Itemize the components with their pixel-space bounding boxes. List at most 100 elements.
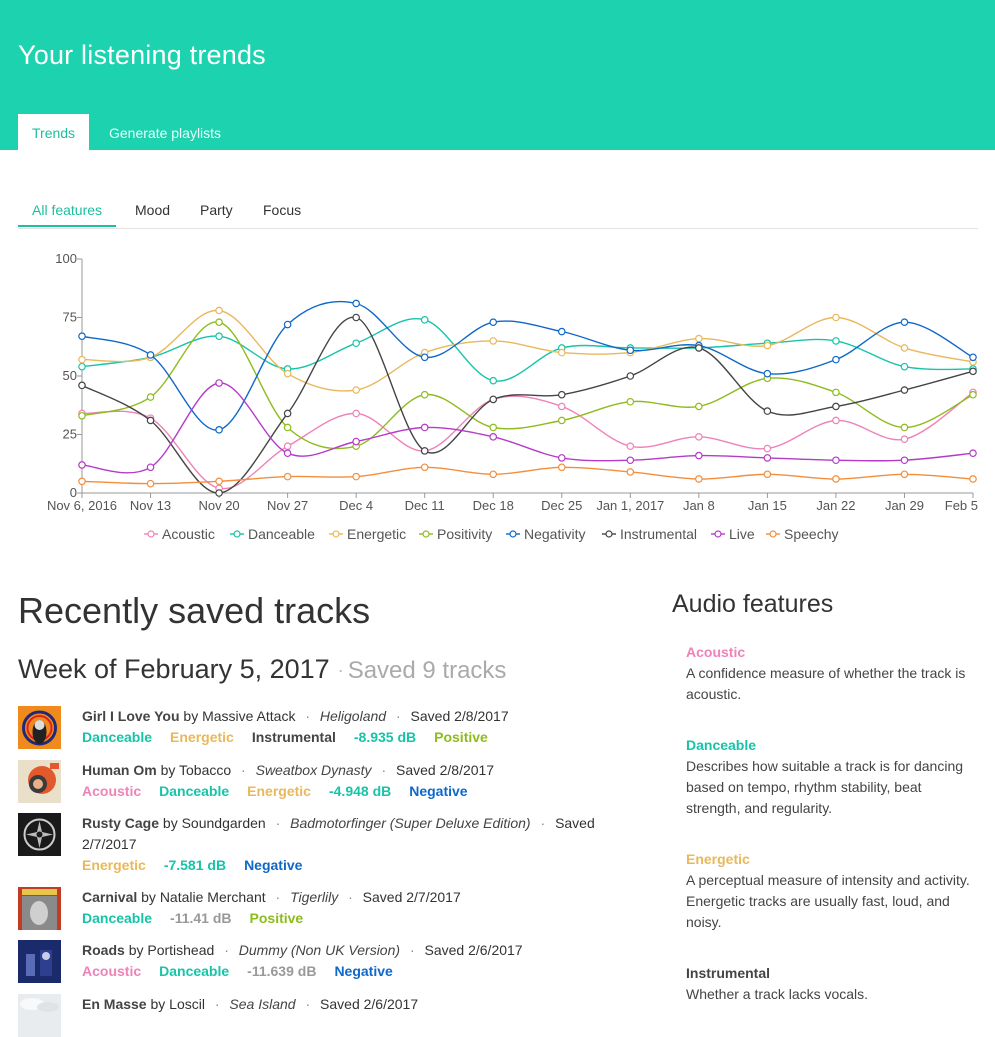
legend-label-speechy: Speechy — [784, 526, 838, 542]
subtab-focus[interactable]: Focus — [263, 192, 301, 227]
data-point-negativity — [489, 318, 498, 326]
data-point-live — [489, 433, 498, 441]
album-cover-badmotorfinger[interactable] — [18, 813, 61, 856]
track-title[interactable]: Human Om — [82, 762, 157, 778]
track-saved-date: Saved 2/6/2017 — [320, 996, 419, 1012]
series-line-danceable — [81, 318, 974, 382]
feature-danceable: Danceable Describes how suitable a track… — [686, 735, 976, 819]
tab-generate-playlists[interactable]: Generate playlists — [95, 114, 235, 150]
legend-marker-live — [714, 530, 722, 538]
data-point-speechy — [763, 470, 772, 479]
data-point-energetic — [557, 348, 566, 357]
legend-marker-speechy — [769, 530, 777, 538]
data-point-positivity — [146, 393, 155, 401]
data-point-negativity — [215, 426, 223, 434]
legend-marker-positivity — [422, 530, 430, 538]
feature-tag: Energetic — [170, 729, 234, 745]
data-point-speechy — [146, 479, 155, 488]
legend-label-live: Live — [729, 526, 755, 542]
data-point-negativity — [763, 369, 772, 378]
data-point-negativity — [557, 327, 566, 336]
track-title[interactable]: Carnival — [82, 889, 137, 905]
tab-trends[interactable]: Trends — [18, 114, 90, 150]
track-tags: Acoustic Danceable Energetic -4.948 dB Negat… — [82, 781, 627, 802]
track-tags: Acoustic Danceable -11.639 dB Negative — [82, 961, 627, 982]
track-title[interactable]: Rusty Cage — [82, 815, 159, 831]
data-point-speechy — [695, 475, 703, 483]
track-title[interactable]: Girl I Love You — [82, 708, 180, 724]
data-point-danceable — [352, 339, 360, 348]
data-point-energetic — [763, 341, 772, 350]
data-point-speechy — [832, 475, 840, 483]
separator-dot: · — [305, 996, 311, 1012]
track-artist: by Portishead — [128, 942, 215, 958]
separator-dot: · — [275, 889, 281, 905]
data-point-live — [763, 454, 772, 462]
separator-dot: · — [337, 660, 344, 681]
data-point-negativity — [146, 351, 155, 359]
data-point-acoustic — [695, 433, 703, 441]
data-point-energetic — [215, 306, 223, 315]
data-point-energetic — [489, 337, 498, 345]
album-cover-sweatbox-dynasty[interactable] — [18, 760, 61, 803]
trends-chart: 0255075100Nov 6, 2016 Nov 13 Nov 20 Nov 27 D… — [47, 251, 978, 542]
track-info: En Masse by Loscil · Sea Island · Saved … — [82, 994, 627, 1015]
data-point-instrumental — [626, 372, 635, 380]
app-title: Your listening trends — [18, 40, 266, 70]
data-point-instrumental — [489, 395, 498, 404]
feature-description: Whether a track lacks vocals. — [686, 986, 869, 1002]
data-point-instrumental — [215, 489, 223, 497]
x-tick-label: Nov 13 — [130, 498, 171, 513]
track-album: Sea Island — [229, 996, 296, 1012]
data-point-energetic — [900, 344, 909, 352]
data-point-live — [626, 456, 635, 465]
saved-count: Saved 9 tracks — [347, 657, 507, 684]
track-album: Badmotorfinger (Super Deluxe Edition) — [290, 815, 531, 831]
data-point-acoustic — [832, 416, 840, 425]
track-info: Roads by Portishead · Dummy (Non UK Vers… — [82, 940, 627, 982]
recent-tracks-heading: Recently saved tracks — [18, 590, 371, 631]
track-title[interactable]: Roads — [82, 942, 125, 958]
subtab-all-features[interactable]: All features — [18, 192, 117, 227]
x-tick-label: Dec 11 — [405, 498, 445, 513]
data-point-acoustic — [763, 444, 772, 453]
data-point-speechy — [626, 468, 635, 476]
data-point-live — [969, 449, 977, 458]
data-point-energetic — [78, 355, 86, 364]
feature-tag: Danceable — [159, 783, 230, 799]
subtab-party[interactable]: Party — [200, 192, 233, 227]
track-title[interactable]: En Masse — [82, 996, 147, 1012]
separator-dot: · — [348, 889, 353, 905]
subtab-mood[interactable]: Mood — [135, 192, 170, 227]
legend-marker-danceable — [233, 530, 241, 538]
data-point-negativity — [832, 355, 840, 364]
album-cover-sea-island[interactable] — [18, 994, 61, 1037]
track-artist: by Soundgarden — [162, 815, 266, 831]
track-artist: by Massive Attack — [183, 708, 296, 724]
data-point-danceable — [900, 362, 909, 371]
album-cover-tigerlily[interactable] — [18, 887, 61, 930]
track-saved-date: Saved 2/8/2017 — [410, 708, 509, 724]
legend-label-acoustic: Acoustic — [162, 526, 215, 542]
album-cover-heligoland[interactable] — [18, 706, 61, 749]
data-point-live — [215, 379, 223, 387]
data-point-acoustic — [283, 442, 292, 451]
data-point-speechy — [420, 463, 429, 472]
separator-dot: · — [409, 942, 415, 958]
feature-tag: Negative — [334, 963, 393, 979]
data-point-danceable — [420, 316, 429, 324]
x-tick-label: Dec 25 — [541, 498, 582, 513]
data-point-positivity — [900, 423, 909, 432]
track-album: Dummy (Non UK Version) — [238, 942, 401, 958]
feature-tag: Energetic — [82, 857, 146, 873]
track-info: Human Om by Tobacco · Sweatbox Dynasty ·… — [82, 760, 627, 802]
feature-tag: -11.41 dB — [170, 910, 232, 926]
feature-tag: -8.935 dB — [353, 729, 417, 745]
track-saved-date: Saved 2/6/2017 — [424, 942, 523, 958]
feature-instrumental: Instrumental Whether a track lacks vocal… — [686, 963, 976, 1005]
data-point-speechy — [78, 477, 86, 486]
feature-tag: -11.639 dB — [247, 963, 317, 979]
album-cover-dummy[interactable] — [18, 940, 61, 983]
feature-name: Acoustic — [686, 644, 746, 660]
feature-tag: -7.581 dB — [163, 857, 227, 873]
